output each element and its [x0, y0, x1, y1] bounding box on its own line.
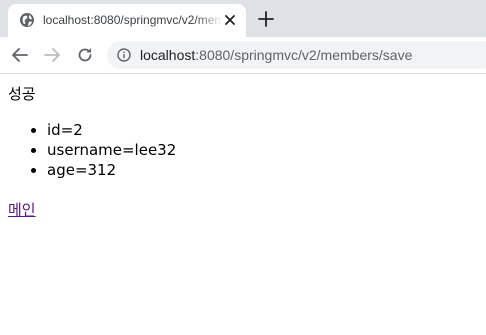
success-heading: 성공: [8, 85, 36, 103]
main-link[interactable]: 메인: [8, 200, 36, 220]
address-bar[interactable]: localhost:8080/springmvc/v2/members/save: [107, 41, 486, 69]
url-path: :8080/springmvc/v2/members/save: [195, 47, 413, 63]
member-age-item: age=312: [47, 160, 176, 180]
close-icon[interactable]: [222, 12, 238, 28]
browser-toolbar: localhost:8080/springmvc/v2/members/save: [0, 37, 486, 74]
url-text[interactable]: localhost:8080/springmvc/v2/members/save: [140, 47, 412, 63]
active-tab[interactable]: localhost:8080/springmvc/v2/members/save: [8, 4, 246, 37]
member-info-list: id=2 username=lee32 age=312: [8, 120, 176, 180]
info-icon[interactable]: [117, 48, 131, 62]
member-id-item: id=2: [47, 120, 176, 140]
back-arrow-icon[interactable]: [11, 46, 29, 64]
forward-arrow-icon[interactable]: [43, 46, 61, 64]
page-content: 성공 id=2 username=lee32 age=312 메인: [0, 74, 486, 335]
member-username-item: username=lee32: [47, 140, 176, 160]
url-host: localhost: [140, 47, 196, 63]
reload-icon[interactable]: [76, 46, 94, 64]
tab-strip: localhost:8080/springmvc/v2/members/save: [0, 0, 486, 37]
tab-title: localhost:8080/springmvc/v2/members/save: [43, 13, 223, 27]
new-tab-plus-icon[interactable]: [257, 10, 275, 28]
globe-icon: [20, 13, 34, 27]
